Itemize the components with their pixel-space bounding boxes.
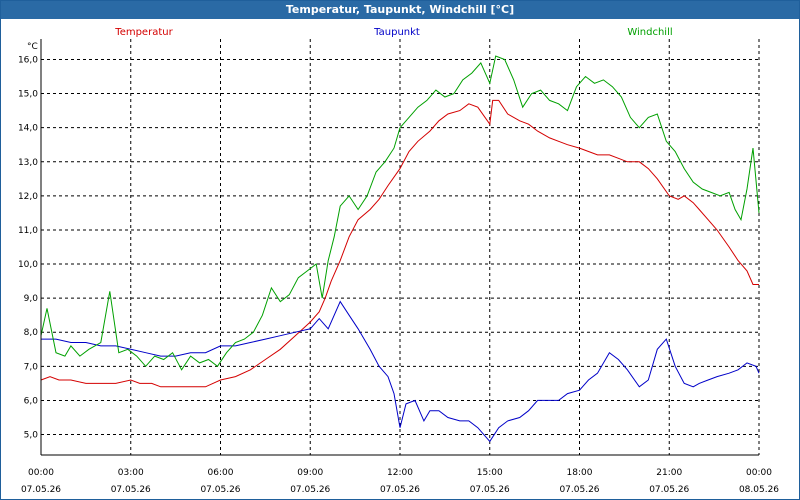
x-tick-label-date: 08.05.26 xyxy=(739,485,779,495)
x-tick-label-date: 07.05.26 xyxy=(111,485,151,495)
y-axis-label: °C xyxy=(27,42,38,52)
y-tick-label: 6,0 xyxy=(24,396,39,406)
x-tick-label-time: 21:00 xyxy=(656,468,682,478)
y-tick-label: 13,0 xyxy=(18,158,38,168)
legend-entry-temperatur: Temperatur xyxy=(114,27,173,38)
chart-window: Temperatur, Taupunkt, Windchill [°C] 5,0… xyxy=(0,0,800,500)
legend-layer: Temperatur Taupunkt Windchill xyxy=(114,27,672,38)
x-tick-label-time: 18:00 xyxy=(567,468,593,478)
x-tick-label-time: 09:00 xyxy=(297,468,323,478)
chart-plot: 5,0 6,0 7,0 8,0 9,0 10,0 11,0 12,0 13,0 14,0 15,0 1… xyxy=(18,27,779,495)
y-tick-label: 14,0 xyxy=(18,124,38,134)
y-tick-label: 9,0 xyxy=(24,294,39,304)
x-tick-label-time: 12:00 xyxy=(387,468,413,478)
y-tick-label: 15,0 xyxy=(18,90,38,100)
axis-layer: 5,0 6,0 7,0 8,0 9,0 10,0 11,0 12,0 13,0 14,0 15,0 1… xyxy=(18,39,779,495)
x-tick-label-date: 07.05.26 xyxy=(380,485,420,495)
x-tick-label-time: 03:00 xyxy=(118,468,144,478)
y-tick-label: 10,0 xyxy=(18,260,38,270)
legend-entry-taupunkt: Taupunkt xyxy=(373,27,420,38)
x-tick-label-time: 06:00 xyxy=(208,468,234,478)
y-tick-label: 7,0 xyxy=(24,362,39,372)
x-tick-label-date: 07.05.26 xyxy=(200,485,240,495)
x-tick-label-date: 07.05.26 xyxy=(21,485,61,495)
y-tick-label: 8,0 xyxy=(24,328,39,338)
window-title: Temperatur, Taupunkt, Windchill [°C] xyxy=(1,1,799,19)
y-tick-label: 5,0 xyxy=(24,431,39,441)
x-tick-label-date: 07.05.26 xyxy=(559,485,599,495)
y-tick-label: 16,0 xyxy=(18,55,38,65)
y-tick-label: 11,0 xyxy=(18,226,38,236)
x-tick-label-date: 07.05.26 xyxy=(470,485,510,495)
x-tick-label-time: 00:00 xyxy=(746,468,772,478)
x-tick-label-date: 07.05.26 xyxy=(290,485,330,495)
legend-entry-windchill: Windchill xyxy=(627,27,672,38)
x-tick-label-date: 07.05.26 xyxy=(649,485,689,495)
y-tick-label: 12,0 xyxy=(18,192,38,202)
x-tick-label-time: 15:00 xyxy=(477,468,503,478)
grid-layer xyxy=(40,39,760,455)
x-tick-label-time: 00:00 xyxy=(28,468,54,478)
